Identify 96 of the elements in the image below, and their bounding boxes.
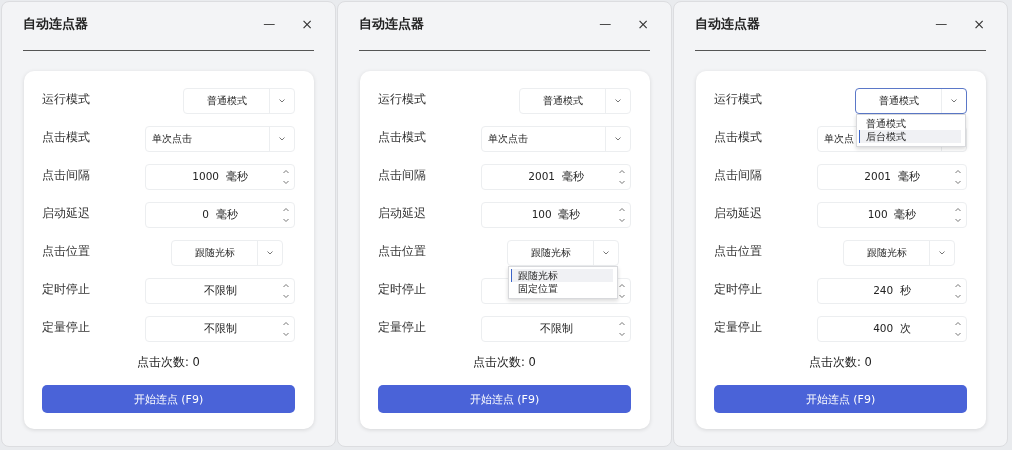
field-label: 点击模式 [42,129,91,146]
caret-icon [278,98,286,104]
spin-value: 240 秒 [872,284,912,298]
spin-value: 2001 毫秒 [863,170,921,184]
click-count: 点击次数: 0 [472,355,537,370]
select-value: 单次点击 [151,132,192,146]
start-button[interactable]: 开始连点 (F9) [714,385,967,413]
select-value: 普通模式 [541,94,584,108]
caret-icon [614,98,622,104]
spin-value: 不限制 [202,322,238,336]
field-label: 启动延迟 [378,205,427,222]
select-value: 单次点击 [487,132,528,146]
field-label: 点击间隔 [378,167,427,184]
window-title: 自动连点器 [695,15,761,33]
up-down-arrows-icon[interactable] [282,320,290,338]
select-value: 跟随光标 [529,246,572,260]
field-label: 定时停止 [714,281,763,298]
minimize-button[interactable]: — [593,17,618,31]
start-button[interactable]: 开始连点 (F9) [378,385,631,413]
spin-value: 1000 毫秒 [191,170,249,184]
dropdown-option[interactable]: 跟随光标 [511,269,613,282]
field-label: 定量停止 [714,319,763,336]
field-label: 点击间隔 [714,167,763,184]
up-down-arrows-icon[interactable] [618,320,626,338]
start-button[interactable]: 开始连点 (F9) [42,385,295,413]
caret-icon [602,250,610,256]
field-label: 点击位置 [714,243,763,260]
caret-icon [614,136,622,142]
spin-box[interactable]: 0 毫秒 [145,202,295,228]
field-label: 运行模式 [378,91,427,108]
close-button[interactable]: × [631,16,655,32]
dropdown-select[interactable]: 跟随光标 [843,240,955,266]
minimize-button[interactable]: — [257,17,282,31]
spin-box[interactable]: 100 毫秒 [481,202,631,228]
dropdown-select[interactable]: 单次点击 [481,126,631,152]
field-label: 启动延迟 [714,205,763,222]
up-down-arrows-icon[interactable] [282,206,290,224]
close-button[interactable]: × [295,16,319,32]
select-value: 普通模式 [877,94,920,108]
dropdown-option[interactable]: 固定位置 [511,282,613,295]
dropdown-select[interactable]: 单次点击 [145,126,295,152]
spin-value: 0 毫秒 [201,208,239,222]
up-down-arrows-icon[interactable] [954,320,962,338]
field-label: 点击位置 [378,243,427,260]
select-value: 普通模式 [205,94,248,108]
caret-icon [950,98,958,104]
spin-value: 2001 毫秒 [527,170,585,184]
caret-icon [938,250,946,256]
up-down-arrows-icon[interactable] [954,168,962,186]
window-title: 自动连点器 [359,15,425,33]
spin-box[interactable]: 不限制 [145,278,295,304]
spin-value: 不限制 [202,284,238,298]
spin-value: 不限制 [538,322,574,336]
field-label: 点击模式 [378,129,427,146]
field-label: 运行模式 [42,91,91,108]
caret-icon [278,136,286,142]
window-title: 自动连点器 [23,15,89,33]
field-label: 定时停止 [42,281,91,298]
select-value: 单次点 [823,132,854,146]
spin-value: 100 毫秒 [530,208,582,222]
up-down-arrows-icon[interactable] [282,168,290,186]
dropdown-option[interactable]: 后台模式 [859,130,961,143]
up-down-arrows-icon[interactable] [954,206,962,224]
field-label: 点击模式 [714,129,763,146]
up-down-arrows-icon[interactable] [618,282,626,300]
caret-icon [266,250,274,256]
field-label: 启动延迟 [42,205,91,222]
dropdown-select[interactable]: 跟随光标 [171,240,283,266]
up-down-arrows-icon[interactable] [282,282,290,300]
spin-box[interactable]: 400 次 [817,316,967,342]
field-label: 点击位置 [42,243,91,260]
select-value: 跟随光标 [865,246,908,260]
spin-box[interactable]: 2001 毫秒 [817,164,967,190]
spin-box[interactable]: 240 秒 [817,278,967,304]
spin-box[interactable]: 1000 毫秒 [145,164,295,190]
field-label: 点击间隔 [42,167,91,184]
dropdown-select[interactable]: 普通模式 [183,88,295,114]
close-button[interactable]: × [967,16,991,32]
select-value: 跟随光标 [193,246,236,260]
click-count: 点击次数: 0 [136,355,201,370]
spin-box[interactable]: 不限制 [145,316,295,342]
field-label: 定量停止 [42,319,91,336]
spin-box[interactable]: 100 毫秒 [817,202,967,228]
up-down-arrows-icon[interactable] [954,282,962,300]
spin-value: 400 次 [872,322,912,336]
field-label: 运行模式 [714,91,763,108]
dropdown-select[interactable]: 普通模式 [519,88,631,114]
spin-box[interactable]: 2001 毫秒 [481,164,631,190]
field-label: 定时停止 [378,281,427,298]
field-label: 定量停止 [378,319,427,336]
up-down-arrows-icon[interactable] [618,206,626,224]
up-down-arrows-icon[interactable] [618,168,626,186]
spin-box[interactable]: 不限制 [481,316,631,342]
click-count: 点击次数: 0 [808,355,873,370]
spin-value: 100 毫秒 [866,208,918,222]
minimize-button[interactable]: — [929,17,954,31]
